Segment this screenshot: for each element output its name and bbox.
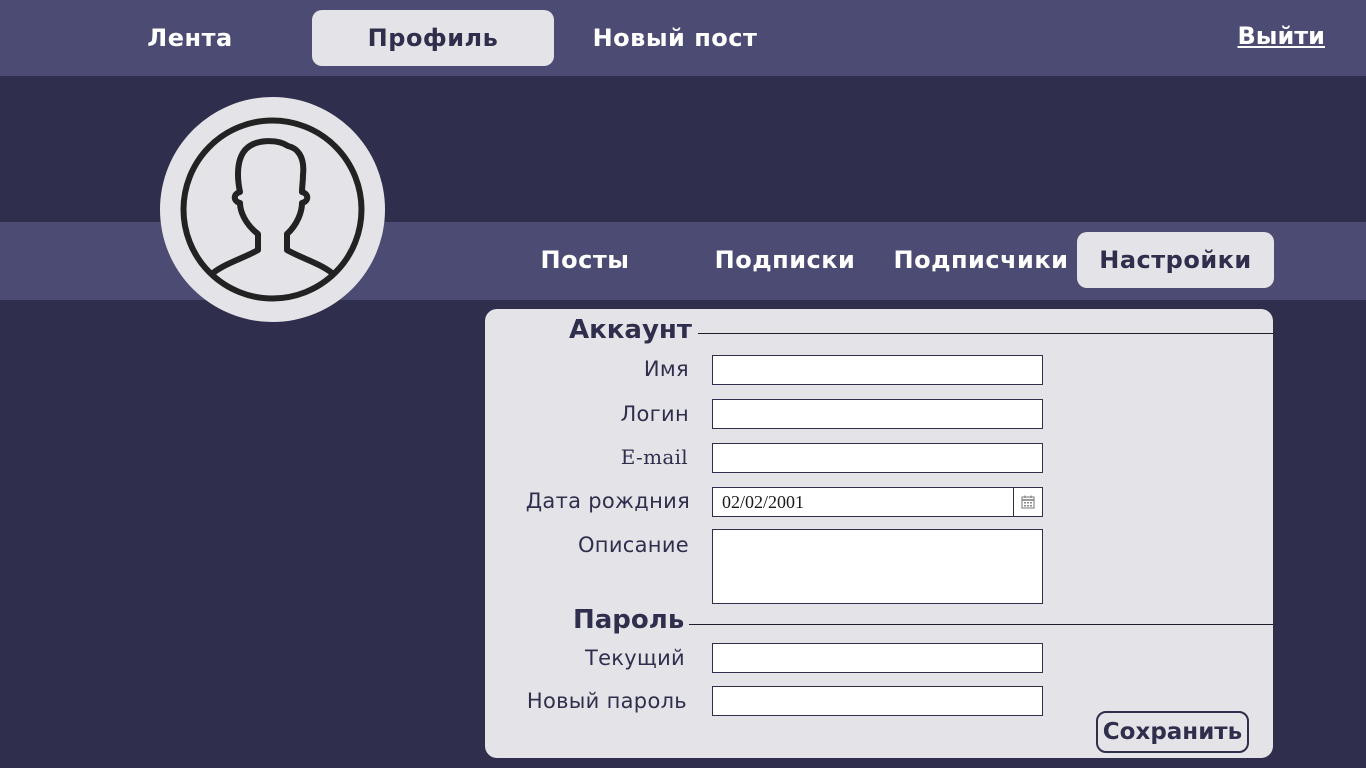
new-password-label: Новый пароль bbox=[526, 689, 687, 713]
calendar-button[interactable] bbox=[1013, 488, 1042, 516]
birthdate-label: Дата рождния bbox=[525, 489, 690, 513]
tab-subscriptions[interactable]: Подписки bbox=[690, 232, 880, 288]
new-password-input[interactable] bbox=[712, 686, 1043, 716]
nav-item-feed[interactable]: Лента bbox=[70, 10, 310, 66]
email-input[interactable] bbox=[712, 443, 1043, 473]
password-section-divider bbox=[689, 624, 1273, 625]
current-password-input[interactable] bbox=[712, 643, 1043, 673]
account-section-title: Аккаунт bbox=[569, 315, 692, 345]
login-label: Логин bbox=[620, 402, 689, 426]
tab-subscribers[interactable]: Подписчики bbox=[885, 232, 1077, 288]
account-section-divider bbox=[698, 333, 1273, 334]
login-input[interactable] bbox=[712, 399, 1043, 429]
name-input[interactable] bbox=[712, 355, 1043, 385]
tab-settings[interactable]: Настройки bbox=[1077, 232, 1274, 288]
birthdate-value: 02/02/2001 bbox=[722, 492, 805, 512]
current-password-label: Текущий bbox=[584, 646, 685, 670]
top-nav-bar: Лента Профиль Новый пост Выйти bbox=[0, 0, 1366, 76]
nav-item-new-post[interactable]: Новый пост bbox=[556, 10, 794, 66]
email-label: E-mail bbox=[620, 445, 688, 469]
save-button[interactable]: Сохранить bbox=[1096, 711, 1249, 753]
name-label: Имя bbox=[643, 357, 689, 381]
user-silhouette-icon bbox=[180, 117, 365, 302]
avatar[interactable] bbox=[160, 97, 385, 322]
description-textarea[interactable] bbox=[712, 529, 1043, 604]
settings-panel: Аккаунт Имя Логин E-mail Дата рождния 02… bbox=[485, 309, 1273, 758]
logout-link[interactable]: Выйти bbox=[1237, 10, 1325, 62]
calendar-icon bbox=[1021, 495, 1035, 509]
password-section-title: Пароль bbox=[573, 605, 685, 635]
description-label: Описание bbox=[577, 533, 689, 557]
tab-posts[interactable]: Посты bbox=[485, 232, 685, 288]
nav-item-profile[interactable]: Профиль bbox=[312, 10, 554, 66]
birthdate-input[interactable]: 02/02/2001 bbox=[712, 487, 1043, 517]
